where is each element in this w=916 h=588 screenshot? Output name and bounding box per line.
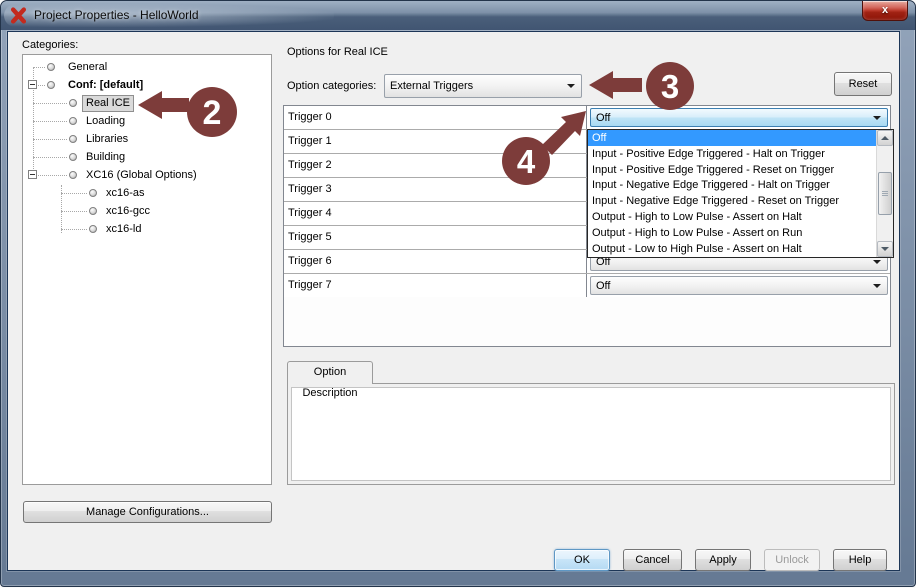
tree-node-icon [89, 225, 97, 233]
tree-node-icon [69, 117, 77, 125]
dropdown-option[interactable]: Output - High to Low Pulse - Assert on R… [588, 225, 893, 241]
scroll-down-icon [881, 247, 889, 251]
collapse-icon[interactable] [28, 80, 37, 89]
tree-item-xc16-global[interactable]: XC16 (Global Options) [23, 166, 271, 184]
trigger-7-select[interactable]: Off [590, 276, 888, 295]
chevron-down-icon [873, 284, 881, 288]
chevron-down-icon [873, 116, 881, 120]
tree-node-icon [89, 207, 97, 215]
dropdown-scrollbar[interactable] [876, 130, 893, 257]
dropdown-option[interactable]: Input - Positive Edge Triggered - Halt o… [588, 146, 893, 162]
tree-item-general[interactable]: General [23, 58, 271, 76]
tree-node-icon [69, 153, 77, 161]
table-empty-area [284, 297, 890, 346]
window-title: Project Properties - HelloWorld [34, 8, 199, 22]
panel-title: Options for Real ICE [287, 46, 388, 58]
tab-option-description[interactable]: Option Description [287, 361, 373, 384]
tree-item-libraries[interactable]: Libraries [23, 130, 271, 148]
dropdown-option[interactable]: Output - Low to High Pulse - Assert on H… [588, 241, 893, 257]
scroll-up-icon [881, 136, 889, 140]
tree-node-icon [47, 63, 55, 71]
tree-node-icon [69, 135, 77, 143]
tree-node-icon [69, 99, 77, 107]
reset-button[interactable]: Reset [834, 72, 892, 96]
dialog-content: Categories: General Conf: [default] Real… [7, 31, 900, 571]
trigger-0-dropdown-list[interactable]: Off Input - Positive Edge Triggered - Ha… [587, 129, 894, 258]
dropdown-option[interactable]: Input - Positive Edge Triggered - Reset … [588, 162, 893, 178]
close-icon: x [882, 4, 888, 16]
dropdown-option[interactable]: Output - High to Low Pulse - Assert on H… [588, 209, 893, 225]
tree-node-icon [89, 189, 97, 197]
dialog-buttons: OK Cancel Apply Unlock Help [554, 549, 887, 571]
cancel-button[interactable]: Cancel [623, 549, 682, 571]
tree-node-icon [47, 81, 55, 89]
scroll-up-button[interactable] [877, 130, 893, 146]
categories-tree[interactable]: General Conf: [default] Real ICE Loading… [22, 54, 272, 485]
chevron-down-icon [567, 84, 575, 88]
tree-item-xc16-gcc[interactable]: xc16-gcc [23, 202, 271, 220]
option-description-pane [287, 383, 895, 485]
scroll-down-button[interactable] [877, 241, 893, 257]
dropdown-option-off[interactable]: Off [588, 130, 893, 146]
titlebar[interactable]: Project Properties - HelloWorld x [1, 1, 915, 30]
table-row: Trigger 0 Off [284, 106, 890, 130]
option-categories-label: Option categories: [287, 80, 376, 92]
scrollbar-thumb[interactable] [878, 172, 892, 215]
ok-button[interactable]: OK [554, 549, 610, 571]
dropdown-option[interactable]: Input - Negative Edge Triggered - Halt o… [588, 177, 893, 193]
tree-item-conf-default[interactable]: Conf: [default] [23, 76, 271, 94]
table-row: Trigger 7 Off [284, 274, 890, 298]
option-categories-select[interactable]: External Triggers [384, 74, 582, 98]
close-button[interactable]: x [862, 1, 908, 21]
dropdown-option[interactable]: Input - Negative Edge Triggered - Reset … [588, 193, 893, 209]
trigger-0-select[interactable]: Off [590, 108, 888, 127]
tree-item-real-ice[interactable]: Real ICE [23, 94, 271, 112]
tree-item-building[interactable]: Building [23, 148, 271, 166]
mplab-x-app-icon [10, 7, 27, 24]
tree-node-icon [69, 171, 77, 179]
manage-configurations-button[interactable]: Manage Configurations... [23, 501, 272, 523]
tree-item-xc16-ld[interactable]: xc16-ld [23, 220, 271, 238]
tree-item-loading[interactable]: Loading [23, 112, 271, 130]
tree-item-xc16-as[interactable]: xc16-as [23, 184, 271, 202]
collapse-icon[interactable] [28, 170, 37, 179]
unlock-button[interactable]: Unlock [764, 549, 820, 571]
chevron-down-icon [873, 260, 881, 264]
help-button[interactable]: Help [833, 549, 887, 571]
categories-label: Categories: [22, 39, 78, 51]
option-description-text [291, 387, 891, 481]
apply-button[interactable]: Apply [695, 549, 751, 571]
project-properties-dialog: Project Properties - HelloWorld x Catego… [0, 0, 916, 587]
